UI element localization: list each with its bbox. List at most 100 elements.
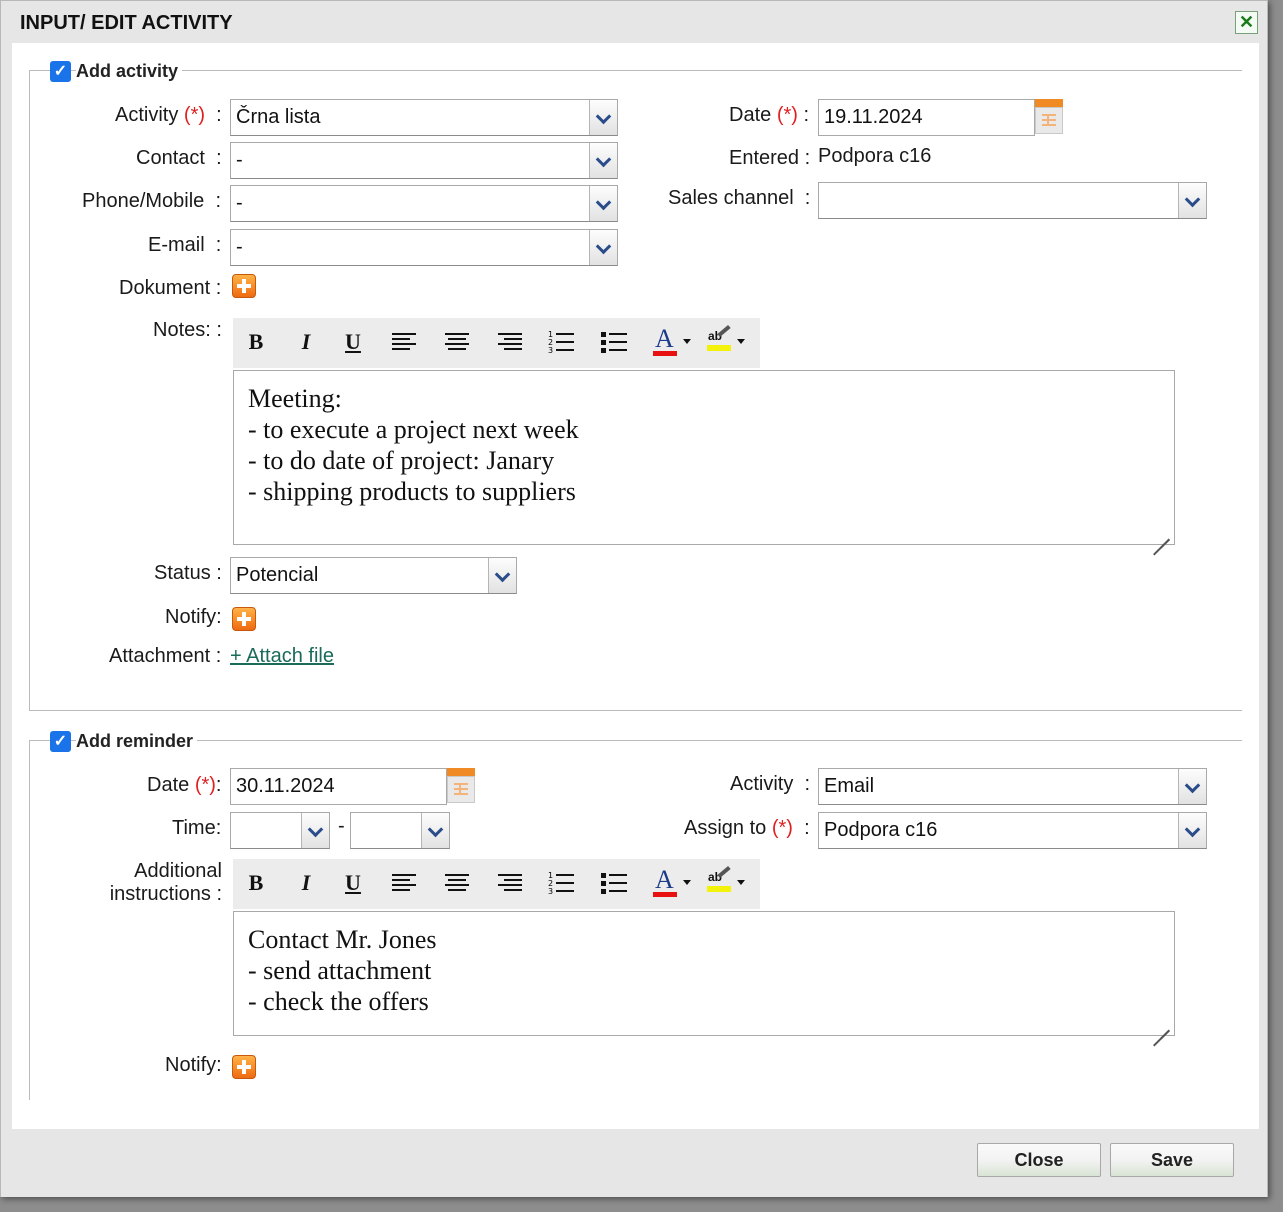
notify-label: Notify: bbox=[165, 606, 222, 628]
dialog-title: INPUT/ EDIT ACTIVITY bbox=[20, 12, 233, 34]
chevron-down-icon[interactable] bbox=[301, 813, 329, 848]
entered-value: Podpora c16 bbox=[818, 145, 932, 167]
resize-grip-icon[interactable] bbox=[1152, 1013, 1170, 1031]
reminder-activity-select[interactable]: Email bbox=[818, 768, 1207, 805]
align-left-icon bbox=[392, 333, 416, 351]
status-select[interactable]: Potencial bbox=[230, 557, 517, 594]
reminder-notify-label: Notify: bbox=[165, 1054, 222, 1076]
font-color-icon: A bbox=[655, 324, 674, 353]
add-reminder-checkbox[interactable]: ✓ bbox=[50, 731, 71, 752]
bullet-list-button[interactable] bbox=[598, 868, 632, 898]
notes-line: - shipping products to suppliers bbox=[248, 477, 576, 506]
reminder-date-label: Date (*): bbox=[147, 774, 222, 796]
add-reminder-legend: Add reminder bbox=[76, 731, 198, 752]
dialog-content: ✓ Add activity Activity (*) : Črna lista… bbox=[12, 43, 1259, 1129]
email-label: E-mail : bbox=[148, 234, 222, 256]
contact-label: Contact : bbox=[136, 147, 222, 169]
instructions-line: - check the offers bbox=[248, 987, 429, 1016]
chevron-down-icon[interactable] bbox=[1178, 813, 1206, 848]
calendar-icon[interactable] bbox=[447, 768, 475, 803]
activity-label: Activity (*) : bbox=[115, 104, 222, 126]
phone-select[interactable]: - bbox=[230, 185, 618, 222]
dialog-footer: Close Save bbox=[1, 1129, 1267, 1197]
add-activity-legend: Add activity bbox=[76, 61, 183, 82]
calendar-icon[interactable] bbox=[1035, 99, 1063, 134]
activity-select[interactable]: Črna lista bbox=[230, 99, 618, 136]
contact-select[interactable]: - bbox=[230, 142, 618, 179]
align-left-button[interactable] bbox=[386, 327, 420, 357]
sales-channel-select[interactable] bbox=[818, 182, 1207, 219]
attach-file-link[interactable]: + Attach file bbox=[230, 645, 334, 668]
notes-editor[interactable]: Meeting: - to execute a project next wee… bbox=[233, 370, 1175, 545]
instructions-line: - send attachment bbox=[248, 956, 432, 985]
chevron-down-icon[interactable] bbox=[1178, 769, 1206, 804]
reminder-date-input[interactable]: 30.11.2024 bbox=[230, 768, 447, 805]
add-notify-icon[interactable] bbox=[232, 607, 256, 631]
dokument-label: Dokument : bbox=[119, 277, 222, 299]
activity-date-input[interactable]: 19.11.2024 bbox=[818, 99, 1035, 136]
font-color-button[interactable]: A bbox=[651, 865, 697, 898]
status-label: Status : bbox=[154, 562, 222, 584]
highlight-bar bbox=[707, 886, 731, 892]
notes-toolbar: B I U 1 2 3 A ab bbox=[233, 318, 760, 368]
instructions-label: Additional instructions : bbox=[109, 860, 222, 905]
bullet-list-icon bbox=[601, 332, 627, 353]
time-minute-select[interactable] bbox=[350, 812, 450, 849]
assign-to-label: Assign to (*) : bbox=[684, 817, 810, 839]
email-select[interactable]: - bbox=[230, 229, 618, 266]
chevron-down-icon bbox=[683, 339, 691, 344]
underline-button[interactable]: U bbox=[336, 327, 370, 357]
reminder-activity-label: Activity : bbox=[730, 773, 811, 795]
save-button[interactable]: Save bbox=[1110, 1143, 1234, 1177]
chevron-down-icon[interactable] bbox=[488, 558, 516, 593]
time-separator: - bbox=[338, 815, 345, 837]
italic-button[interactable]: I bbox=[289, 327, 323, 357]
entered-label: Entered : bbox=[729, 147, 811, 169]
notes-line: Meeting: bbox=[248, 384, 342, 413]
instructions-editor[interactable]: Contact Mr. Jones - send attachment - ch… bbox=[233, 911, 1175, 1036]
chevron-down-icon[interactable] bbox=[1178, 183, 1206, 218]
align-left-button[interactable] bbox=[386, 868, 420, 898]
font-color-bar bbox=[653, 892, 677, 897]
align-center-button[interactable] bbox=[439, 868, 473, 898]
ordered-list-button[interactable]: 1 2 3 bbox=[545, 327, 579, 357]
highlight-button[interactable]: ab bbox=[705, 865, 751, 898]
bold-button[interactable]: B bbox=[239, 868, 273, 898]
ordered-list-icon: 1 2 3 bbox=[548, 871, 574, 896]
activity-dialog: INPUT/ EDIT ACTIVITY ✕ ✓ Add activity Ac… bbox=[0, 0, 1268, 1197]
notes-line: - to execute a project next week bbox=[248, 415, 579, 444]
svg-text:3: 3 bbox=[548, 887, 553, 896]
align-right-icon bbox=[498, 333, 522, 351]
chevron-down-icon[interactable] bbox=[589, 230, 617, 265]
instructions-line: Contact Mr. Jones bbox=[248, 925, 437, 954]
bullet-list-icon bbox=[601, 873, 627, 894]
dialog-titlebar: INPUT/ EDIT ACTIVITY ✕ bbox=[1, 1, 1267, 43]
chevron-down-icon bbox=[683, 880, 691, 885]
font-color-button[interactable]: A bbox=[651, 324, 697, 357]
align-center-button[interactable] bbox=[439, 327, 473, 357]
align-right-button[interactable] bbox=[492, 327, 526, 357]
chevron-down-icon[interactable] bbox=[589, 100, 617, 135]
add-document-icon[interactable] bbox=[232, 274, 256, 298]
align-right-button[interactable] bbox=[492, 868, 526, 898]
italic-button[interactable]: I bbox=[289, 868, 323, 898]
ordered-list-button[interactable]: 1 2 3 bbox=[545, 868, 579, 898]
bold-button[interactable]: B bbox=[239, 327, 273, 357]
chevron-down-icon[interactable] bbox=[589, 186, 617, 221]
align-right-icon bbox=[498, 874, 522, 892]
close-button[interactable]: Close bbox=[977, 1143, 1101, 1177]
notes-label: Notes: : bbox=[153, 319, 222, 341]
close-dialog-icon[interactable]: ✕ bbox=[1235, 11, 1258, 34]
chevron-down-icon[interactable] bbox=[589, 143, 617, 178]
underline-button[interactable]: U bbox=[336, 868, 370, 898]
add-activity-checkbox[interactable]: ✓ bbox=[50, 61, 71, 82]
add-reminder-notify-icon[interactable] bbox=[232, 1055, 256, 1079]
assign-to-select[interactable]: Podpora c16 bbox=[818, 812, 1207, 849]
time-hour-select[interactable] bbox=[230, 812, 330, 849]
phone-label: Phone/Mobile : bbox=[82, 190, 221, 212]
highlight-button[interactable]: ab bbox=[705, 324, 751, 357]
resize-grip-icon[interactable] bbox=[1152, 522, 1170, 540]
bullet-list-button[interactable] bbox=[598, 327, 632, 357]
chevron-down-icon bbox=[737, 880, 745, 885]
chevron-down-icon[interactable] bbox=[421, 813, 449, 848]
